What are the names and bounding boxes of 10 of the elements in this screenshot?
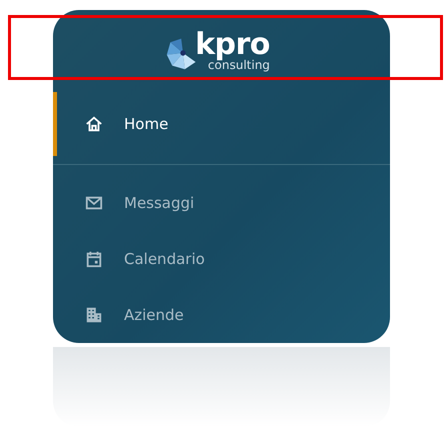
building-icon xyxy=(85,306,103,324)
calendar-icon xyxy=(85,250,103,268)
mail-icon xyxy=(85,194,103,212)
logo-tagline: consulting xyxy=(208,58,270,70)
menu-item[interactable]: Aziende xyxy=(53,287,390,343)
logo-name: kpro xyxy=(195,30,270,60)
menu-item[interactable]: Calendario xyxy=(53,231,390,287)
menu-item[interactable]: Messaggi xyxy=(53,175,390,231)
home-icon xyxy=(85,115,103,133)
menu-item[interactable]: Home xyxy=(53,92,390,156)
